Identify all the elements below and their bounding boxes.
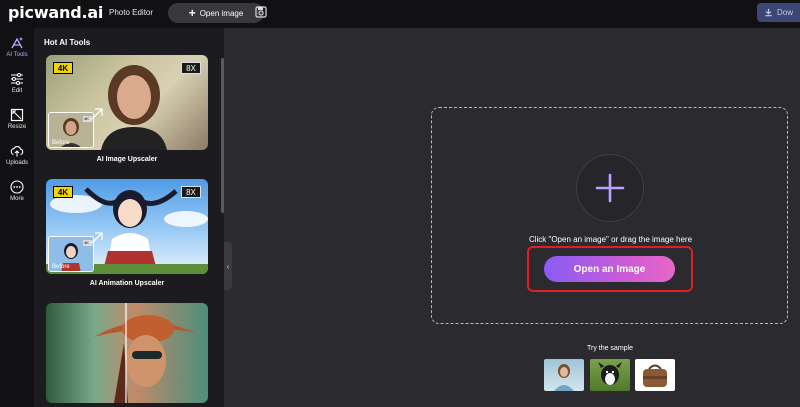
save-image-icon[interactable] (255, 6, 267, 18)
chevron-left-icon: ‹ (226, 261, 230, 271)
rail-item-resize[interactable]: Resize (0, 106, 34, 138)
arrow-up-right-icon (91, 108, 103, 120)
before-thumbnail: 4K Before (48, 236, 94, 272)
rail-item-uploads[interactable]: Uploads (0, 142, 34, 174)
left-rail: AI Tools Edit Resize Uploads More (0, 28, 34, 407)
tools-panel: Hot AI Tools 4K 8X 4K Before AI Image Up… (34, 28, 224, 407)
mini-4k-label: 4K (84, 240, 89, 245)
tool-caption-image-upscaler: AI Image Upscaler (96, 156, 158, 163)
download-button[interactable]: Dow (757, 3, 800, 22)
rail-label-more: More (10, 196, 24, 202)
download-icon (765, 8, 772, 17)
top-bar: picwand.ai Photo Editor + Open image Dow (0, 0, 800, 28)
badge-4k: 4K (53, 186, 73, 198)
rail-label-resize: Resize (7, 124, 27, 130)
sample-bag-image (643, 364, 667, 387)
hat-woman-image (94, 303, 196, 403)
tool-card-animation-upscaler[interactable]: 4K 8X 4K Before (46, 179, 208, 274)
sample-image-dog[interactable] (590, 359, 630, 391)
rail-label-uploads: Uploads (5, 160, 28, 166)
sample-image-bag[interactable] (635, 359, 675, 391)
panel-scrollbar[interactable] (221, 58, 224, 213)
ai-tools-icon (11, 37, 23, 49)
rail-label-ai-tools: AI Tools (6, 52, 28, 58)
sliders-icon (11, 73, 23, 85)
before-label: Before (52, 264, 70, 270)
before-thumbnail: 4K Before (48, 112, 94, 148)
open-image-top-button[interactable]: + Open image (168, 3, 264, 23)
tool-card-image-upscaler[interactable]: 4K 8X 4K Before (46, 55, 208, 150)
badge-8x: 8X (181, 186, 201, 198)
sample-woman-image (554, 364, 574, 391)
add-image-circle[interactable] (576, 154, 644, 222)
upload-cloud-icon (10, 145, 24, 157)
sample-dog-image (598, 362, 622, 385)
rail-item-ai-tools[interactable]: AI Tools (0, 34, 34, 66)
badge-4k: 4K (53, 62, 73, 74)
drop-zone[interactable]: Click "Open an image" or drag the image … (431, 107, 788, 324)
photo-editor-link[interactable]: Photo Editor (109, 8, 153, 17)
drop-instruction: Click "Open an image" or drag the image … (528, 235, 693, 244)
rail-item-more[interactable]: More (0, 178, 34, 210)
rail-label-edit: Edit (11, 88, 23, 94)
sample-title: Try the sample (586, 345, 634, 352)
arrow-up-right-icon (91, 232, 103, 244)
collapse-panel-button[interactable]: ‹ (224, 242, 232, 290)
more-icon (10, 180, 24, 194)
sample-image-woman[interactable] (544, 359, 584, 391)
plus-icon (595, 173, 625, 203)
badge-8x: 8X (181, 62, 201, 74)
open-image-button[interactable]: Open an Image (544, 256, 675, 282)
open-image-top-label: Open image (199, 8, 244, 18)
panel-title: Hot AI Tools (44, 38, 91, 47)
mini-4k-label: 4K (84, 116, 89, 121)
tool-caption-animation-upscaler: AI Animation Upscaler (89, 280, 165, 287)
before-label: Before (52, 140, 70, 146)
tool-card-third[interactable] (46, 303, 208, 403)
rail-item-edit[interactable]: Edit (0, 70, 34, 102)
resize-icon (10, 108, 24, 122)
logo[interactable]: picwand.ai (8, 3, 103, 22)
plus-icon: + (188, 6, 196, 20)
download-label: Dow (777, 8, 794, 17)
